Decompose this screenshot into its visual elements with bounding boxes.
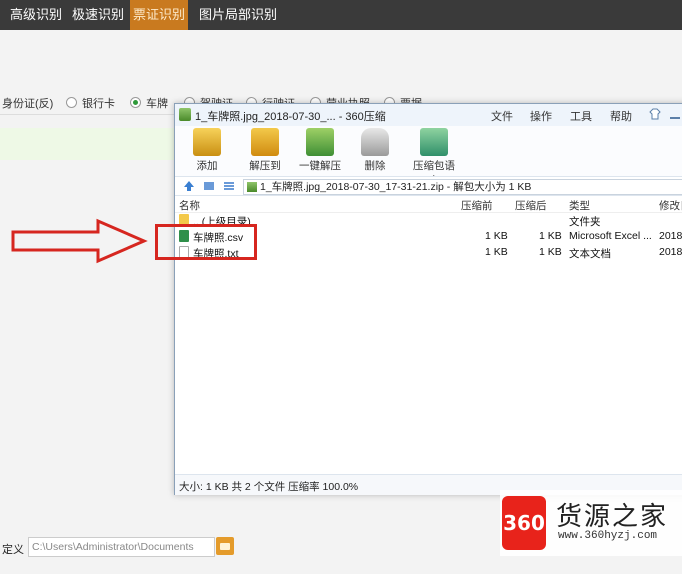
- zip-window-title: 1_车牌照.jpg_2018-07-30_... - 360压缩: [195, 111, 386, 123]
- menu-file[interactable]: 文件: [491, 108, 513, 124]
- option-label: 身份证(反): [2, 98, 54, 110]
- radio-icon: [66, 97, 77, 108]
- option-label: 车牌: [146, 98, 168, 110]
- file-size-after: 1 KB: [539, 246, 562, 258]
- pointer-arrow-icon: [11, 218, 148, 264]
- address-bar: 1_车牌照.jpg_2018-07-30_17-31-21.zip - 解包大小…: [175, 176, 682, 196]
- add-label: 添加: [196, 160, 218, 172]
- delete-button[interactable]: 删除: [359, 128, 391, 173]
- tab-partial-image-recognition[interactable]: 图片局部识别: [196, 0, 280, 30]
- column-type[interactable]: 类型: [569, 198, 590, 213]
- status-text: 大小: 1 KB 共 2 个文件 压缩率 100.0%: [179, 481, 359, 493]
- file-modified: 2018-: [659, 230, 682, 242]
- skin-icon[interactable]: [649, 108, 661, 120]
- one-click-extract-button[interactable]: 一键解压: [299, 128, 341, 173]
- option-bank-card[interactable]: 银行卡: [66, 95, 115, 111]
- zip-app-icon: [179, 108, 191, 121]
- watermark-badge: 360: [502, 496, 546, 550]
- output-path-row: 定义 C:\Users\Administrator\Documents: [0, 534, 500, 560]
- menu-operate[interactable]: 操作: [530, 108, 552, 124]
- tab-advanced-recognition[interactable]: 高级识别: [6, 0, 66, 30]
- column-size-before[interactable]: 压缩前: [461, 198, 493, 213]
- file-size-after: 1 KB: [539, 230, 562, 242]
- file-size-before: 1 KB: [485, 230, 508, 242]
- option-id-card-back[interactable]: 身份证(反): [2, 95, 53, 111]
- radio-checked-icon: [130, 97, 141, 108]
- language-icon: [420, 128, 448, 156]
- result-strip: [0, 128, 176, 160]
- view-thumbnail-icon[interactable]: [203, 180, 215, 192]
- menu-tools[interactable]: 工具: [570, 108, 592, 124]
- output-path-field[interactable]: C:\Users\Administrator\Documents: [28, 537, 215, 557]
- tab-fast-recognition[interactable]: 极速识别: [68, 0, 128, 30]
- watermark-logo: 360 货源之家 www.360hyzj.com: [500, 490, 682, 556]
- watermark-name: 货源之家: [556, 502, 669, 532]
- extract-to-icon: [251, 128, 279, 156]
- one-click-extract-icon: [306, 128, 334, 156]
- watermark-url: www.360hyzj.com: [558, 530, 658, 542]
- output-path-label: 定义: [2, 544, 24, 556]
- file-type: 文本文档: [569, 248, 611, 260]
- up-arrow-icon[interactable]: [183, 180, 195, 192]
- column-name[interactable]: 名称: [179, 198, 200, 213]
- trash-icon: [361, 128, 389, 156]
- file-size-before: 1 KB: [485, 246, 508, 258]
- tab-ticket-recognition[interactable]: 票证识别: [130, 0, 188, 30]
- file-type: Microsoft Excel ...: [569, 230, 652, 242]
- archive-path-field[interactable]: 1_车牌照.jpg_2018-07-30_17-31-21.zip - 解包大小…: [243, 179, 682, 195]
- divider: [0, 114, 176, 115]
- extract-to-label: 解压到: [249, 160, 281, 172]
- file-type: 文件夹: [569, 216, 601, 228]
- folder-browse-icon[interactable]: [216, 537, 234, 555]
- view-list-icon[interactable]: [223, 180, 235, 192]
- add-icon: [193, 128, 221, 156]
- zip-toolbar: 添加 解压到 一键解压 删除 压缩包语言: [175, 126, 682, 187]
- file-list-header: 名称 压缩前 压缩后 类型 修改日: [175, 196, 682, 213]
- delete-label: 删除: [364, 160, 386, 172]
- file-modified: 2018-: [659, 246, 682, 258]
- top-navigation-bar: 高级识别 极速识别 票证识别 图片局部识别: [0, 0, 682, 30]
- column-modified[interactable]: 修改日: [659, 198, 682, 213]
- one-click-extract-label: 一键解压: [299, 160, 341, 172]
- zip-window-titlebar: 1_车牌照.jpg_2018-07-30_... - 360压缩 文件 操作 工…: [175, 104, 682, 127]
- minimize-icon[interactable]: [669, 110, 681, 120]
- add-button[interactable]: 添加: [191, 128, 223, 173]
- highlight-box: [155, 224, 257, 260]
- extract-to-button[interactable]: 解压到: [245, 128, 285, 173]
- column-size-after[interactable]: 压缩后: [515, 198, 547, 213]
- zip-archive-window: 1_车牌照.jpg_2018-07-30_... - 360压缩 文件 操作 工…: [174, 103, 682, 495]
- option-license-plate[interactable]: 车牌: [130, 95, 168, 111]
- menu-help[interactable]: 帮助: [610, 108, 632, 124]
- option-label: 银行卡: [82, 98, 115, 110]
